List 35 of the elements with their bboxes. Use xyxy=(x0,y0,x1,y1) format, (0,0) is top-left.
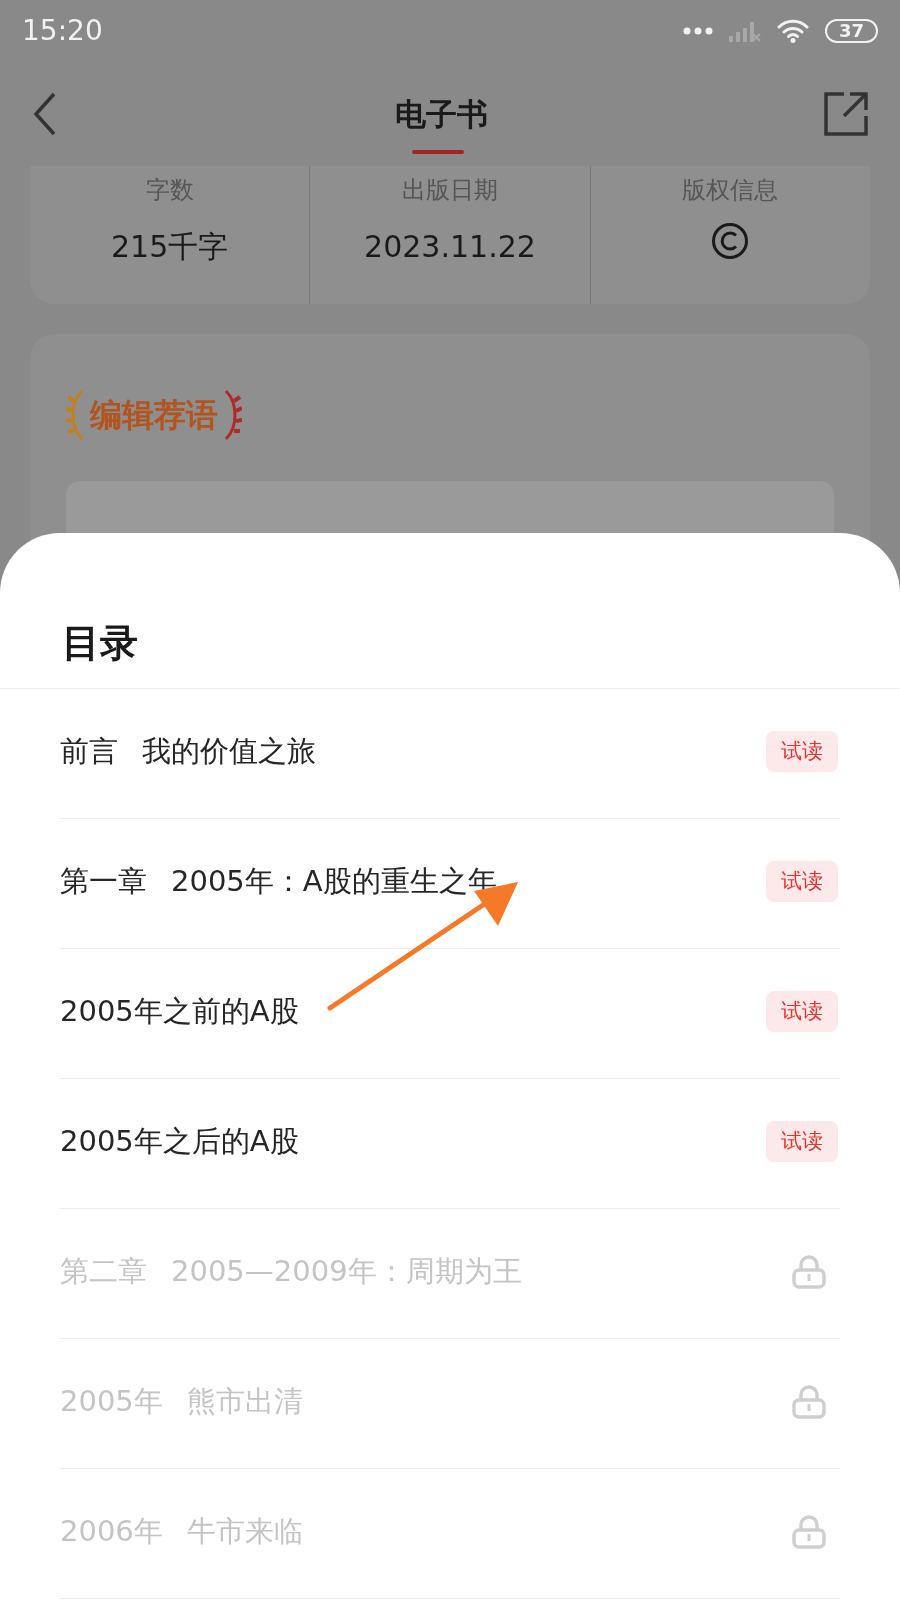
toc-item-text: 前言 xyxy=(60,732,118,770)
copyright-icon xyxy=(711,222,750,260)
laurel-icon xyxy=(66,389,86,441)
toc-item-text: 第二章 xyxy=(60,1252,147,1290)
sheet-title: 目录 xyxy=(61,620,139,667)
trial-badge: 试读 xyxy=(766,860,838,903)
toc-item[interactable]: 2005年之前的A股 试读 xyxy=(60,949,840,1079)
recommendation-heading: 编辑荐语 xyxy=(90,395,218,436)
toc-item[interactable]: 前言 我的价值之旅 试读 xyxy=(60,689,840,819)
wifi-icon xyxy=(776,19,809,43)
status-time: 15:20 xyxy=(22,13,103,49)
info-label: 字数 xyxy=(144,175,195,206)
toc-item-text: 牛市来临 xyxy=(186,1512,303,1550)
toc-item-text: 2005年之前的A股 xyxy=(60,992,299,1030)
more-dots-icon xyxy=(682,27,713,35)
info-label: 版权信息 xyxy=(681,175,780,206)
share-button[interactable] xyxy=(822,90,870,138)
battery-indicator: 37 xyxy=(824,19,878,43)
signal-icon xyxy=(728,20,761,42)
toc-item-text: 2005年之后的A股 xyxy=(60,1122,299,1160)
toc-item-text: 熊市出清 xyxy=(186,1382,303,1420)
toc-item-text: 2005—2009年：周期为王 xyxy=(171,1252,522,1290)
trial-badge: 试读 xyxy=(766,1120,838,1163)
info-value: 2023.11.22 xyxy=(364,228,536,266)
toc-item[interactable]: 2005年之后的A股 试读 xyxy=(60,1079,840,1209)
page-title: 电子书 xyxy=(394,94,488,134)
toc-item-text: 2006年 xyxy=(60,1512,163,1550)
laurel-icon xyxy=(222,389,242,441)
info-label: 出版日期 xyxy=(401,175,499,206)
info-value: 215千字 xyxy=(111,228,229,266)
toc-item-text: 我的价值之旅 xyxy=(142,732,316,770)
trial-badge: 试读 xyxy=(766,730,838,773)
toc-item-text: 2005年 xyxy=(60,1382,163,1420)
trial-badge: 试读 xyxy=(766,990,838,1033)
toc-item-text: 第一章 xyxy=(60,862,147,900)
